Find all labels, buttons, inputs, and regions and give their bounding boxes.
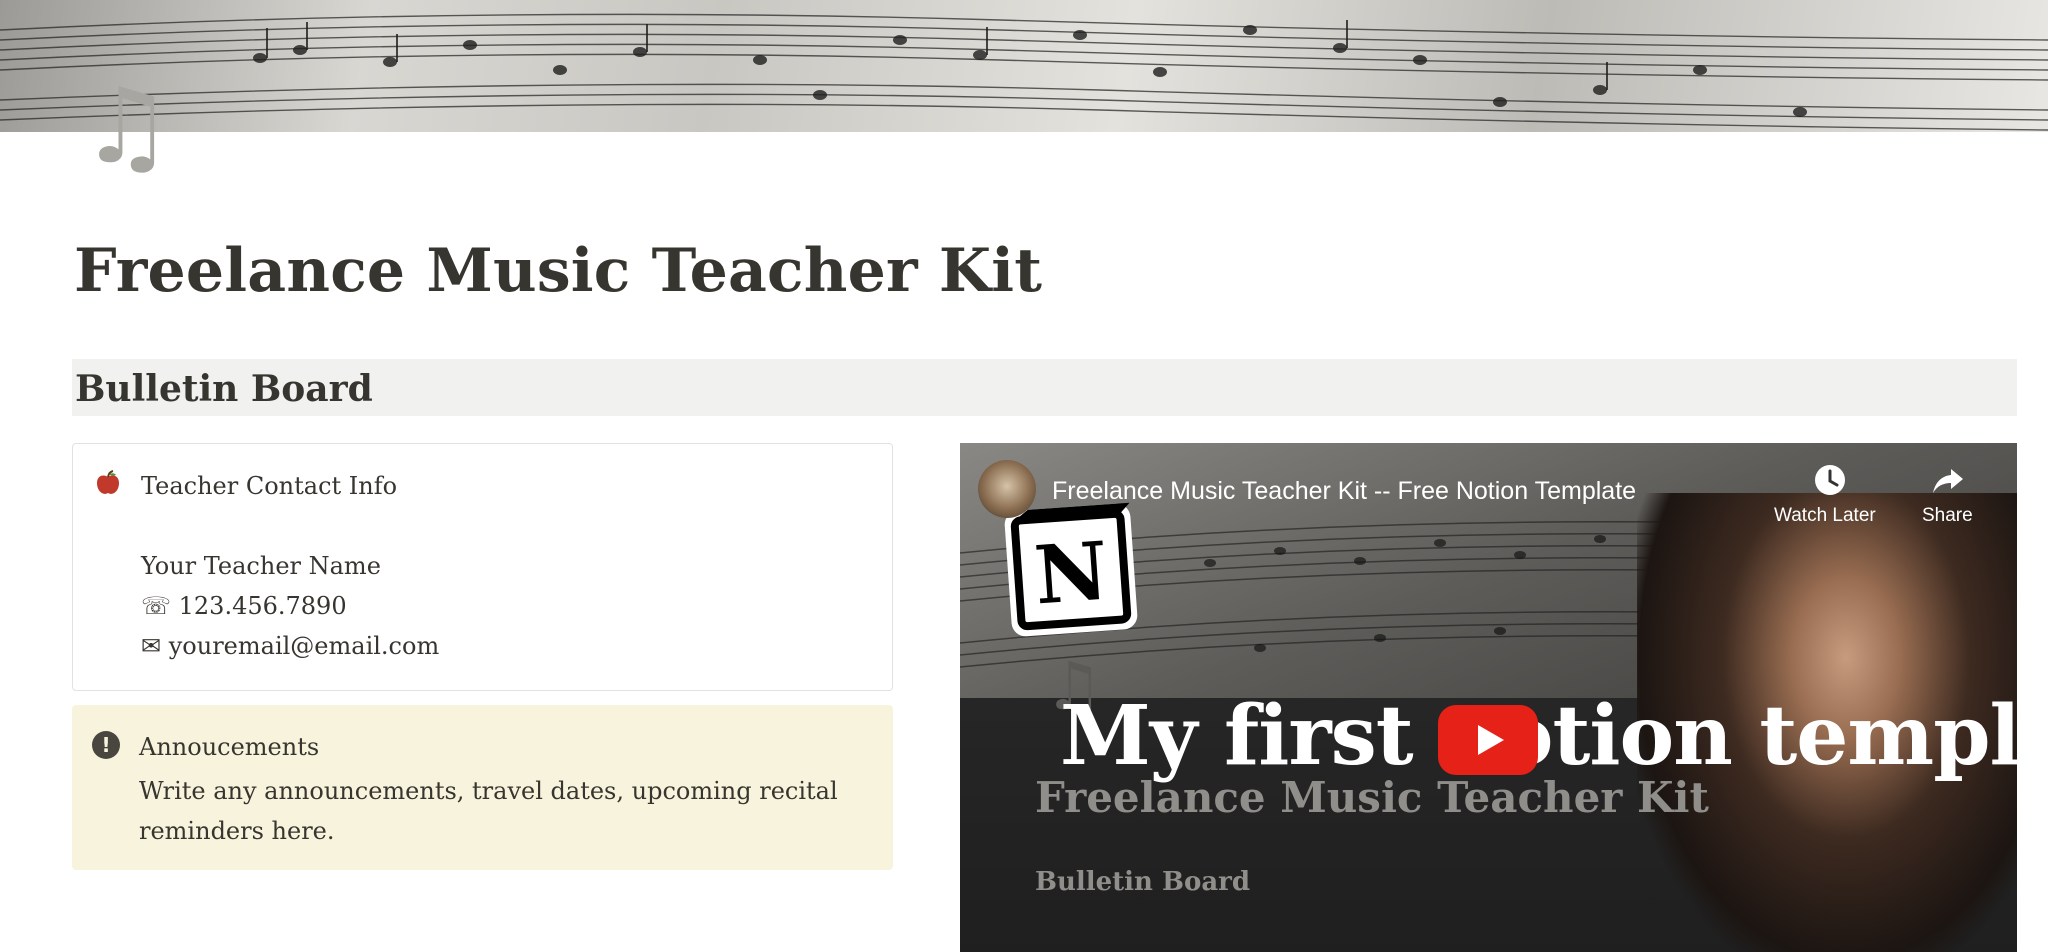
share-button[interactable]: Share [1922, 505, 1973, 527]
cover-image [0, 0, 2048, 132]
share-icon[interactable] [1931, 463, 1965, 497]
bulletin-board-heading: Bulletin Board [75, 368, 373, 410]
announcements-title: Annoucements [139, 733, 320, 761]
notion-logo-icon: N [1004, 502, 1138, 637]
thumbnail-headline: My first notion template [1060, 688, 2017, 784]
exclamation-icon: ! [92, 731, 120, 759]
teacher-contact-callout[interactable]: Teacher Contact Info Your Teacher Name ☏… [72, 443, 893, 691]
music-note-icon[interactable]: ♫ [80, 74, 180, 178]
video-title[interactable]: Freelance Music Teacher Kit -- Free Noti… [1052, 477, 1636, 506]
thumbnail-kit-title: Freelance Music Teacher Kit [1035, 773, 1709, 822]
announcements-body: Write any announcements, travel dates, u… [139, 777, 838, 845]
thumbnail-bulletin-heading: Bulletin Board [1035, 867, 1251, 897]
sheet-music-illustration [0, 13, 2048, 131]
youtube-video-embed[interactable]: ♫ N Freelance Music Teacher Kit -- Free … [960, 443, 2017, 952]
clock-icon[interactable] [1813, 463, 1847, 497]
contact-callout-title: Teacher Contact Info [141, 472, 398, 500]
bulletin-board-heading-block: Bulletin Board [72, 359, 2017, 416]
teacher-phone: ☏ 123.456.7890 [141, 592, 347, 620]
announcements-callout[interactable]: ! Annoucements Write any announcements, … [72, 705, 893, 870]
notion-logo-letter: N [1031, 524, 1111, 623]
apple-icon [97, 470, 119, 494]
teacher-name: Your Teacher Name [141, 552, 381, 580]
play-icon[interactable] [1438, 705, 1538, 775]
teacher-email: ✉ youremail@email.com [141, 632, 440, 660]
watch-later-button[interactable]: Watch Later [1774, 505, 1876, 527]
page-title: Freelance Music Teacher Kit [74, 236, 1043, 306]
channel-avatar[interactable] [978, 460, 1036, 518]
